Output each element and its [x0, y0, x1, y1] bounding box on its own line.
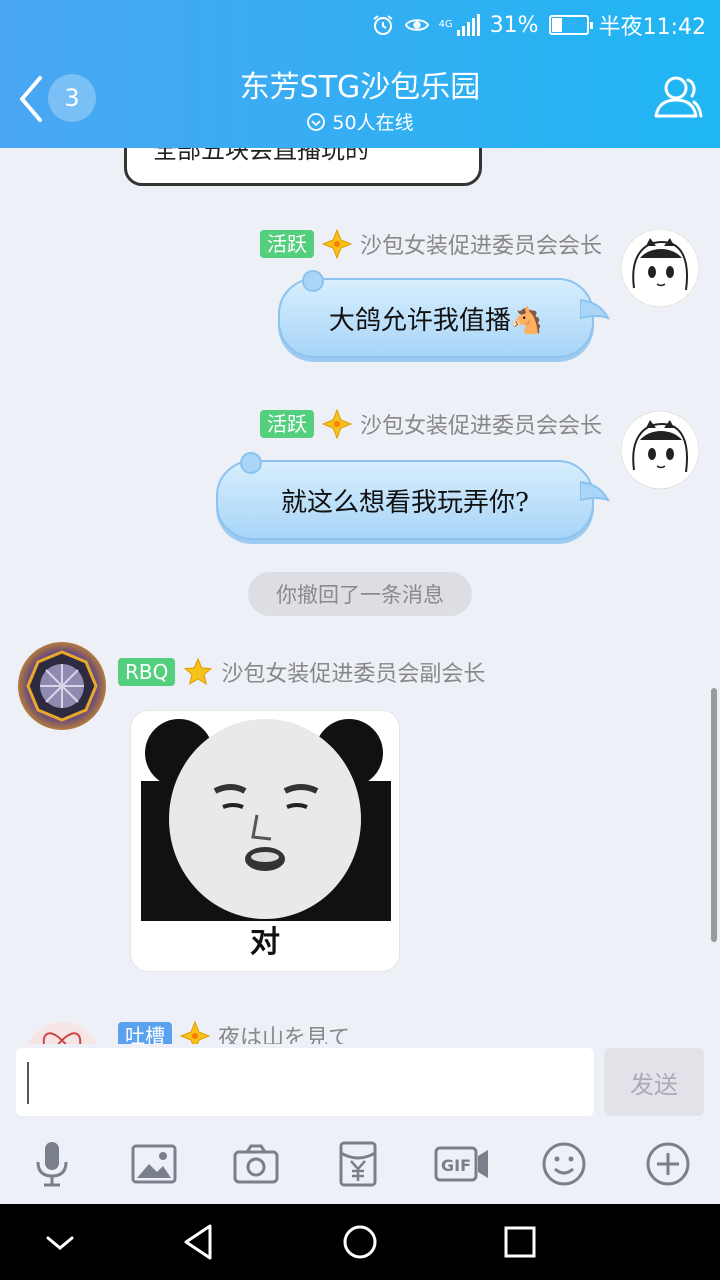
sender-meta: 活跃 沙包女装促进委员会会长 — [259, 408, 602, 440]
status-bar: 4G 31% + 半夜11:42 — [371, 8, 706, 42]
message-input[interactable] — [16, 1048, 594, 1116]
composer-toolbar: GIF — [0, 1140, 720, 1190]
image-icon[interactable] — [130, 1140, 178, 1188]
avatar[interactable] — [18, 642, 106, 730]
plus-icon[interactable] — [644, 1140, 692, 1188]
message-text: 大鸽允许我值播🐴 — [328, 305, 544, 336]
clock-time: 半夜11:42 — [598, 15, 706, 40]
member-title: 沙包女装促进委员会会长 — [359, 414, 602, 439]
composer: 发送 GIF — [0, 1044, 720, 1204]
avatar[interactable] — [620, 410, 700, 490]
diamond-star-icon — [321, 229, 352, 259]
sticker-caption: 对 — [250, 925, 280, 960]
system-nav-bar — [0, 1204, 720, 1280]
bubble-knob — [240, 452, 262, 474]
bubble-tail — [580, 298, 610, 320]
group-members-icon[interactable] — [652, 72, 704, 124]
sender-meta: 活跃 沙包女装促进委员会会长 — [259, 228, 602, 260]
sticker-image[interactable]: 对 — [130, 710, 400, 972]
previous-message-text: 全部五块会直播玩的 — [153, 148, 369, 164]
group-title: 东芳STG沙包乐园 — [239, 70, 481, 105]
eye-icon — [404, 13, 429, 37]
avatar[interactable] — [620, 228, 700, 308]
online-status: 50人在线 — [0, 108, 720, 135]
anime-girl-avatar-icon — [620, 410, 700, 490]
system-notice: 你撤回了一条消息 — [248, 572, 472, 616]
bubble-knob — [302, 270, 324, 292]
emoji-icon[interactable] — [540, 1140, 588, 1188]
star-icon — [184, 657, 213, 686]
microphone-icon[interactable] — [28, 1140, 76, 1188]
avatar[interactable] — [24, 1022, 100, 1044]
nav-home-icon[interactable] — [340, 1222, 380, 1262]
level-tag: 活跃 — [259, 410, 314, 438]
gif-icon[interactable]: GIF — [434, 1140, 490, 1188]
diamond-star-icon — [321, 409, 352, 439]
chat-scrollbar[interactable] — [711, 688, 717, 942]
sender-meta: RBQ 沙包女装促进委员会副会长 — [118, 656, 485, 688]
chevron-circle-icon — [307, 112, 326, 131]
previous-message-bubble[interactable]: 全部五块会直播玩的 — [124, 148, 482, 186]
nav-back-icon[interactable] — [180, 1222, 220, 1262]
message-text: 就这么想看我玩弄你? — [281, 487, 529, 518]
level-tag: 活跃 — [259, 230, 314, 258]
bubble-tail — [580, 480, 610, 502]
member-title: 沙包女装促进委员会会长 — [359, 234, 602, 259]
nav-recents-icon[interactable] — [500, 1222, 540, 1262]
red-packet-icon[interactable] — [334, 1140, 382, 1188]
alarm-icon — [371, 13, 395, 37]
chat-area[interactable]: 全部五块会直播玩的 活跃 沙包女装促进委员会会长 大鸽允许我值播🐴 活跃 沙包女… — [0, 148, 720, 1044]
diamond-star-icon — [180, 1021, 210, 1044]
atom-avatar-icon — [42, 1032, 82, 1044]
battery-icon: + — [548, 13, 593, 35]
member-title: 沙包女装促进委员会副会长 — [221, 662, 486, 687]
camera-icon[interactable] — [232, 1140, 280, 1188]
anime-girl-avatar-icon — [620, 228, 700, 308]
ornate-avatar-icon — [26, 650, 98, 722]
send-button[interactable]: 发送 — [604, 1048, 704, 1116]
network-type: 4G — [438, 19, 453, 30]
message-bubble[interactable]: 就这么想看我玩弄你? — [216, 452, 610, 540]
text-caret — [27, 1062, 29, 1104]
top-bar: 4G 31% + 半夜11:42 3 东芳STG沙包乐园 50人在线 — [0, 0, 720, 148]
svg-text:GIF: GIF — [441, 1156, 471, 1175]
message-bubble[interactable]: 大鸽允许我值播🐴 — [278, 270, 610, 358]
signal-icon — [456, 14, 480, 36]
online-count: 50人在线 — [332, 112, 414, 134]
chevron-down-icon[interactable] — [40, 1222, 80, 1262]
battery-percent: 31% — [489, 12, 539, 38]
sender-meta: 吐槽 夜は山を見て — [118, 1020, 350, 1044]
level-tag: RBQ — [118, 658, 176, 686]
level-tag: 吐槽 — [118, 1022, 172, 1044]
member-title: 夜は山を見て — [218, 1026, 351, 1044]
